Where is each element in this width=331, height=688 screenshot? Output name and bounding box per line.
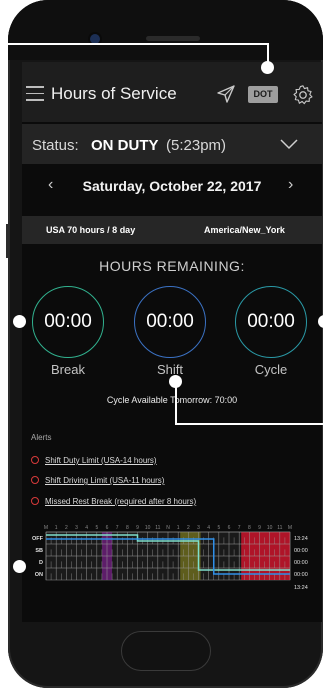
- shift-label: Shift: [156, 362, 183, 377]
- hour-label: 8: [248, 525, 251, 531]
- date-navigator: ‹ Saturday, October 22, 2017 ›: [22, 172, 322, 202]
- break-gauge: 00:00: [32, 286, 104, 358]
- alert-item[interactable]: Missed Rest Break (required after 8 hour…: [31, 497, 196, 506]
- hour-label: 11: [155, 525, 160, 531]
- hour-label: 4: [207, 525, 210, 531]
- hour-label: 8: [126, 525, 129, 531]
- current-date: Saturday, October 22, 2017: [82, 178, 262, 194]
- hour-label: M: [288, 525, 292, 531]
- next-day-button[interactable]: ›: [288, 176, 293, 194]
- break-value: 00:00: [44, 311, 92, 332]
- hour-label: N: [166, 525, 170, 531]
- row-total: 00:00: [294, 548, 308, 554]
- hour-label: 5: [95, 525, 98, 531]
- callout-dot: [13, 315, 26, 328]
- alert-item[interactable]: Shift Duty Limit (USA-14 hours): [31, 456, 157, 465]
- hour-label: 1: [55, 525, 58, 531]
- volume-button: [6, 224, 9, 258]
- hour-label: 9: [258, 525, 261, 531]
- shift-gauge: 00:00: [134, 286, 206, 358]
- status-value: ON DUTY: [91, 137, 159, 154]
- hour-label: 6: [228, 525, 231, 531]
- status-row-label: SB: [35, 548, 43, 554]
- app-bar: Hours of Service DOT: [22, 62, 322, 122]
- callout-dot: [13, 560, 26, 573]
- callout-dot: [318, 315, 331, 328]
- row-total: 00:00: [294, 560, 308, 566]
- hour-label: 5: [217, 525, 220, 531]
- hour-label: 7: [116, 525, 119, 531]
- hour-label: M: [44, 525, 48, 531]
- status-label: Status:: [32, 137, 79, 154]
- hour-label: 4: [85, 525, 88, 531]
- status-row-label: OFF: [32, 536, 44, 542]
- page-title: Hours of Service: [51, 84, 177, 103]
- hour-label: 11: [277, 525, 282, 531]
- callout-line: [175, 423, 331, 425]
- callout-line: [175, 380, 177, 424]
- speaker-grille: [146, 36, 200, 41]
- hour-label: 2: [65, 525, 68, 531]
- row-total: 13:24: [294, 536, 308, 542]
- status-time: (5:23pm): [166, 137, 227, 154]
- hour-label: 3: [197, 525, 200, 531]
- alert-link[interactable]: Shift Duty Limit (USA-14 hours): [45, 456, 157, 465]
- cycle-label: Cycle: [254, 362, 288, 377]
- timezone: America/New_York: [204, 225, 285, 235]
- status-row-label: ON: [35, 572, 43, 578]
- grand-total: 13:24: [294, 585, 308, 591]
- gear-icon[interactable]: [292, 84, 314, 106]
- hour-label: 3: [75, 525, 78, 531]
- break-label: Break: [51, 362, 85, 377]
- callout-line: [0, 43, 268, 45]
- chevron-down-icon[interactable]: [280, 136, 298, 152]
- alert-link[interactable]: Shift Driving Limit (USA-11 hours): [45, 476, 164, 485]
- duty-log-graph[interactable]: M 1 2 3 4 5 6 7 8 9 10 11 N 1 2 3 4 5 6 7 8 9 10 11 MOFF 13:24SB 0…: [22, 522, 322, 602]
- callout-dot: [261, 61, 274, 74]
- hour-label: 1: [177, 525, 180, 531]
- hour-label: 2: [187, 525, 190, 531]
- cycle-gauge: 00:00: [235, 286, 307, 358]
- cycle-value: 00:00: [247, 311, 295, 332]
- hour-label: 6: [106, 525, 109, 531]
- cycle-rule: USA 70 hours / 8 day: [46, 225, 136, 235]
- alert-item[interactable]: Shift Driving Limit (USA-11 hours): [31, 476, 164, 485]
- send-icon[interactable]: [216, 84, 236, 104]
- hamburger-menu-icon[interactable]: [26, 86, 44, 101]
- dot-inspection-button[interactable]: DOT: [248, 86, 278, 103]
- duty-status-selector[interactable]: Status: ON DUTY (5:23pm): [22, 124, 322, 164]
- alerts-heading: Alerts: [31, 433, 52, 442]
- ruleset-bar: USA 70 hours / 8 day America/New_York: [22, 216, 322, 244]
- hour-label: 9: [136, 525, 139, 531]
- warning-icon: [31, 456, 39, 464]
- shift-value: 00:00: [146, 311, 194, 332]
- status-row-label: D: [39, 560, 43, 566]
- phone-top-bezel: [8, 0, 323, 60]
- hour-label: 10: [145, 525, 151, 531]
- cycle-available-text: Cycle Available Tomorrow: 70:00: [106, 395, 238, 405]
- warning-icon: [31, 476, 39, 484]
- hour-label: 7: [238, 525, 241, 531]
- app-screen: Hours of Service DOT Status: ON DUTY (5:…: [22, 62, 322, 622]
- alert-link[interactable]: Missed Rest Break (required after 8 hour…: [45, 497, 196, 506]
- warning-icon: [31, 497, 39, 505]
- home-button: [121, 631, 211, 671]
- hour-label: 10: [267, 525, 273, 531]
- row-total: 00:00: [294, 572, 308, 578]
- hours-remaining-title: HOURS REMAINING:: [99, 258, 245, 274]
